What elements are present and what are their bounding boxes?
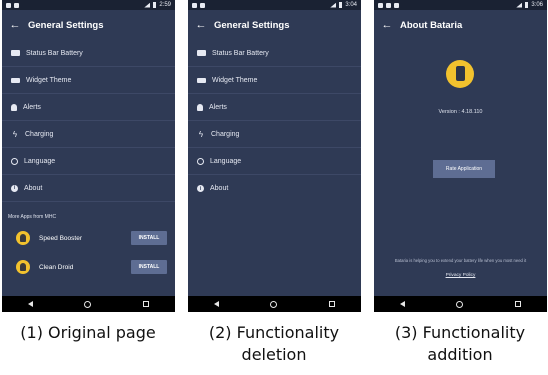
notification-icon (6, 2, 11, 8)
app-bar: ← General Settings (2, 10, 175, 40)
menu-label: Status Bar Battery (26, 49, 83, 57)
menu-label: About (210, 185, 229, 192)
phone-deletion: 3:04 ← General Settings Status Bar Batte… (188, 0, 361, 312)
menu-item-widget-theme[interactable]: Widget Theme (188, 67, 361, 94)
widget-icon (11, 77, 20, 83)
status-time: 3:06 (531, 2, 543, 8)
info-icon: i (11, 184, 18, 192)
nav-bar (374, 296, 547, 312)
home-nav-icon[interactable] (456, 300, 464, 308)
menu-item-alerts[interactable]: Alerts (188, 94, 361, 121)
back-arrow-icon[interactable]: ← (188, 19, 214, 31)
about-message: Bataria is helping you to extend your ba… (394, 258, 527, 263)
menu-label: Alerts (209, 103, 227, 111)
menu-label: Charging (25, 130, 54, 138)
app-name: Clean Droid (39, 263, 74, 271)
phone-addition: 3:06 ← About Bataria Version : 4.18.110 … (374, 0, 547, 312)
notification-icon (200, 2, 205, 8)
back-nav-icon[interactable] (27, 301, 33, 307)
back-nav-icon[interactable] (213, 301, 219, 307)
signal-icon (144, 2, 151, 8)
nav-bar (2, 296, 175, 312)
bell-icon (197, 103, 203, 111)
phone-original: 2:59 ← General Settings Status Bar Batte… (2, 0, 175, 312)
battery-icon (11, 50, 20, 56)
page-title: General Settings (214, 19, 290, 31)
signal-icon (330, 2, 337, 8)
app-row-speed-booster[interactable]: Speed Booster INSTALL (2, 227, 175, 249)
globe-icon (197, 157, 204, 165)
menu-item-language[interactable]: Language (2, 148, 175, 175)
notification-icon (14, 2, 19, 8)
page-title: General Settings (28, 19, 104, 31)
rate-application-button[interactable]: Rate Application (433, 160, 495, 178)
menu-label: Widget Theme (26, 76, 72, 84)
home-nav-icon[interactable] (84, 300, 92, 308)
status-bar: 3:04 (188, 0, 361, 10)
recents-nav-icon[interactable] (143, 301, 150, 307)
menu-item-about[interactable]: i About (188, 175, 361, 202)
signal-icon (516, 2, 523, 8)
back-nav-icon[interactable] (399, 301, 405, 307)
page-title: About Bataria (400, 19, 463, 31)
bell-icon (11, 103, 17, 111)
nav-bar (188, 296, 361, 312)
settings-menu: Status Bar Battery Widget Theme Alerts ϟ… (2, 40, 175, 202)
menu-item-status-bar-battery[interactable]: Status Bar Battery (188, 40, 361, 67)
menu-label: Language (210, 157, 242, 165)
app-bar: ← General Settings (188, 10, 361, 40)
status-bar: 3:06 (374, 0, 547, 10)
status-bar: 2:59 (2, 0, 175, 10)
globe-icon (11, 157, 18, 165)
menu-item-status-bar-battery[interactable]: Status Bar Battery (2, 40, 175, 67)
recents-nav-icon[interactable] (515, 301, 522, 307)
notification-icon (386, 2, 391, 8)
menu-item-charging[interactable]: ϟ Charging (2, 121, 175, 148)
more-apps-label: More Apps from MHC (8, 214, 57, 220)
menu-label: Status Bar Battery (212, 49, 269, 57)
clean-droid-icon (16, 260, 30, 274)
speed-booster-icon (16, 231, 30, 245)
status-time: 3:04 (345, 2, 357, 8)
menu-label: About (24, 184, 43, 192)
info-icon: i (197, 185, 204, 192)
app-name: Speed Booster (39, 234, 83, 242)
bolt-icon: ϟ (198, 129, 204, 139)
caption-deletion: (2) Functionality deletion (208, 323, 340, 364)
caption-original: (1) Original page (20, 323, 156, 342)
app-row-clean-droid[interactable]: Clean Droid INSTALL (2, 256, 175, 278)
settings-menu: Status Bar Battery Widget Theme Alerts ϟ… (188, 40, 361, 202)
menu-label: Alerts (23, 103, 41, 111)
menu-label: Language (24, 157, 56, 165)
menu-item-language[interactable]: Language (188, 148, 361, 175)
battery-logo-icon (446, 60, 474, 88)
notification-icon (394, 2, 399, 8)
install-button[interactable]: INSTALL (131, 231, 167, 245)
bolt-icon: ϟ (12, 129, 18, 139)
version-label: Version : 4.18.110 (438, 109, 483, 115)
menu-item-widget-theme[interactable]: Widget Theme (2, 67, 175, 94)
notification-icon (192, 2, 197, 8)
widget-icon (197, 77, 206, 83)
recents-nav-icon[interactable] (329, 301, 336, 307)
battery-status-icon (525, 2, 529, 8)
menu-item-about[interactable]: i About (2, 175, 175, 202)
home-nav-icon[interactable] (270, 300, 278, 308)
app-bar: ← About Bataria (374, 10, 547, 40)
notification-icon (378, 2, 383, 8)
menu-label: Charging (211, 130, 240, 138)
back-arrow-icon[interactable]: ← (374, 19, 400, 31)
battery-status-icon (153, 2, 157, 8)
install-button[interactable]: INSTALL (131, 260, 167, 274)
privacy-policy-link[interactable]: Privacy Policy (374, 273, 547, 278)
menu-item-alerts[interactable]: Alerts (2, 94, 175, 121)
battery-status-icon (339, 2, 343, 8)
battery-icon (197, 50, 206, 56)
caption-addition: (3) Functionality addition (394, 323, 526, 364)
status-time: 2:59 (159, 2, 171, 8)
menu-label: Widget Theme (212, 76, 258, 84)
menu-item-charging[interactable]: ϟ Charging (188, 121, 361, 148)
back-arrow-icon[interactable]: ← (2, 19, 28, 31)
